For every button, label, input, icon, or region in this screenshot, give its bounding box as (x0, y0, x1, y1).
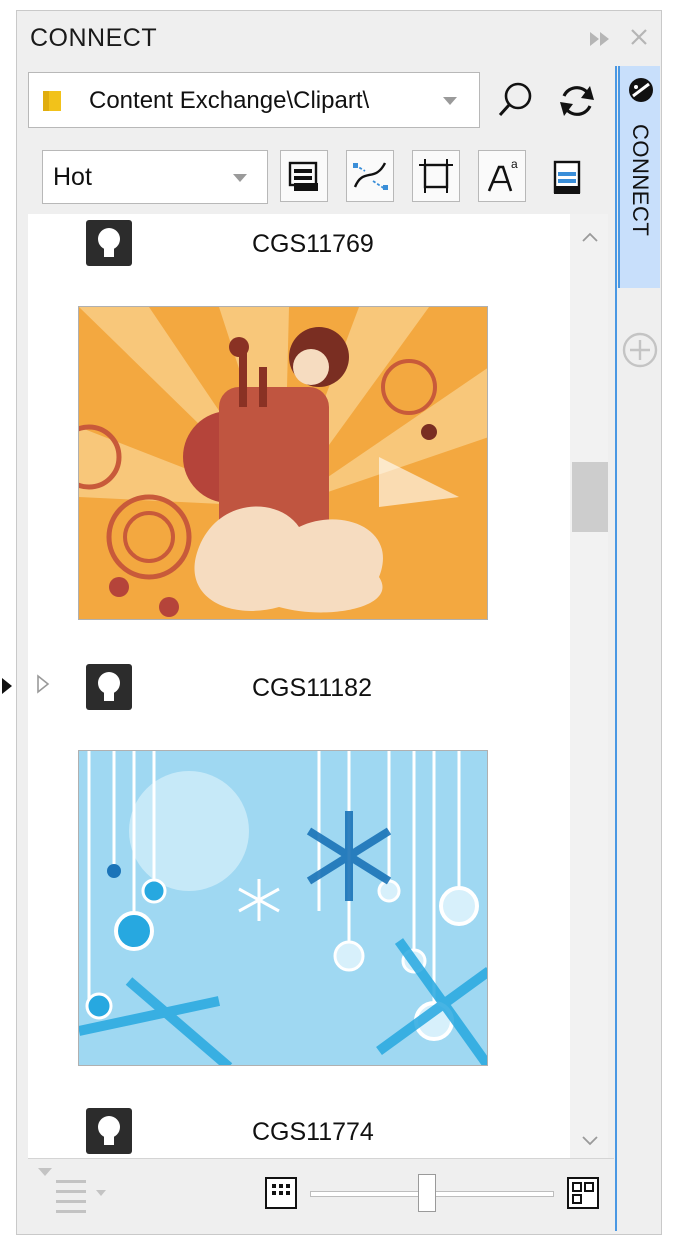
text-style-icon: a (487, 157, 518, 192)
document-button[interactable] (546, 152, 590, 202)
small-thumbnails-icon[interactable] (264, 1176, 298, 1215)
slider-handle[interactable] (418, 1174, 436, 1212)
folder-path-text: Content Exchange\Clipart\ (89, 87, 370, 114)
side-tab-divider (615, 66, 617, 1231)
scrollbar-thumb[interactable] (572, 462, 608, 532)
sort-filter-combobox[interactable]: Hot (42, 150, 268, 204)
item-label: CGS11182 (252, 674, 372, 702)
search-icon (498, 82, 532, 117)
folder-icon (41, 89, 65, 118)
crop-frame-icon (419, 159, 453, 193)
large-thumbnails-icon[interactable] (566, 1176, 600, 1215)
refresh-icon (560, 86, 594, 116)
svg-text:a: a (511, 157, 518, 171)
curve-icon (353, 162, 388, 190)
pointer-arrow-icon (0, 676, 14, 696)
sort-filter-text: Hot (53, 163, 92, 191)
clipart-thumbnail[interactable] (78, 306, 488, 620)
document-icon (553, 160, 581, 194)
lightbulb-icon (86, 664, 132, 710)
refresh-button[interactable] (554, 78, 600, 124)
folder-path-combobox[interactable]: Content Exchange\Clipart\ (28, 72, 480, 128)
expand-panel-icon[interactable] (588, 30, 612, 53)
clipart-thumbnail[interactable] (78, 750, 488, 1066)
curve-tool-button[interactable] (346, 150, 394, 202)
open-folder-icon (288, 161, 318, 191)
expand-item-icon[interactable] (36, 674, 50, 699)
list-view-icon (38, 1168, 106, 1213)
musician-illustration (79, 307, 487, 619)
lightbulb-icon (86, 220, 132, 266)
item-label: CGS11774 (252, 1118, 374, 1146)
thumbnail-size-slider[interactable] (310, 1174, 554, 1214)
search-button[interactable] (494, 78, 538, 122)
scroll-down-icon[interactable] (580, 1134, 600, 1153)
text-style-button[interactable]: a (478, 150, 526, 202)
side-tab-label: CONNECT (628, 124, 653, 237)
side-tab-connect[interactable]: CONNECT (618, 66, 660, 288)
scroll-up-icon[interactable] (580, 230, 600, 249)
panel-title: CONNECT (30, 24, 158, 52)
crop-frame-button[interactable] (412, 150, 460, 202)
chevron-down-icon[interactable] (443, 97, 457, 105)
chevron-down-icon[interactable] (233, 174, 247, 182)
open-folder-button[interactable] (280, 150, 328, 202)
add-panel-icon[interactable] (620, 330, 660, 375)
close-panel-icon[interactable] (628, 26, 650, 54)
snowflake-illustration (79, 751, 487, 1065)
content-list: CGS11769 CGS11182 CGS11774 (28, 214, 608, 1158)
item-label: CGS11769 (252, 230, 374, 258)
view-options-button[interactable] (34, 1166, 118, 1224)
lightbulb-icon (86, 1108, 132, 1154)
connect-logo-icon (627, 76, 655, 109)
vertical-scrollbar[interactable] (570, 214, 608, 1158)
